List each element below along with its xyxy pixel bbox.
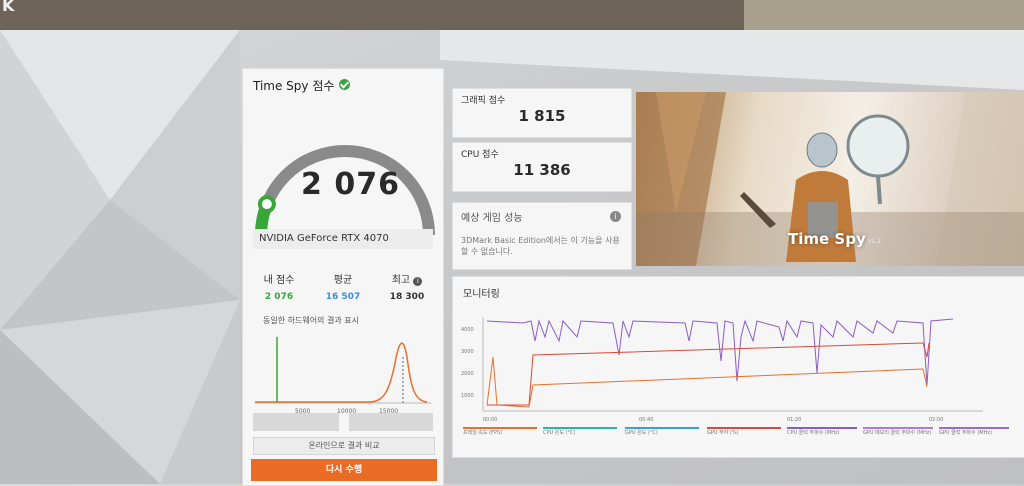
gpu-clock-line xyxy=(486,318,954,386)
stat-my-score: 내 점수 2 076 xyxy=(249,271,309,302)
gpu-load-line xyxy=(487,342,930,406)
monitoring-chart: 4000 3000 2000 1000 00:00 00:40 01:20 02… xyxy=(461,317,983,423)
histogram-title: 동일한 하드웨어의 결과 표시 xyxy=(263,316,359,325)
score-title: Time Spy 점수 xyxy=(253,79,335,93)
gpu-name: NVIDIA GeForce RTX 4070 xyxy=(253,229,433,249)
stat-label: 최고 i xyxy=(377,271,437,286)
gauge-knob xyxy=(257,195,276,214)
top-bar-right-area xyxy=(744,0,1024,30)
stat-value: 16 507 xyxy=(325,292,361,302)
x-tick: 00:40 xyxy=(639,417,653,423)
stat-label: 내 점수 xyxy=(263,275,295,286)
compare-online-button[interactable]: 온라인으로 결과 비교 xyxy=(253,437,435,455)
gray-button-right[interactable] xyxy=(349,413,433,431)
hero-magnifier-lens xyxy=(846,114,910,178)
score-histogram: 5000 10000 15000 xyxy=(255,337,431,415)
stat-value: 18 300 xyxy=(389,292,425,302)
window-top-bar: K xyxy=(0,0,1024,30)
info-icon[interactable]: i xyxy=(610,211,621,222)
app-corner-glyph: K xyxy=(2,0,15,15)
gray-button-left[interactable] xyxy=(253,413,339,431)
stat-best: 최고 i 18 300 xyxy=(377,271,437,302)
graphics-score-value: 1 815 xyxy=(518,107,566,125)
stat-average: 평균 16 507 xyxy=(313,271,373,302)
hero-version: v1.2 xyxy=(868,238,882,245)
info-icon[interactable]: i xyxy=(413,277,423,286)
cpu-score-value: 11 386 xyxy=(513,161,571,179)
graphics-score-label: 그래픽 점수 xyxy=(461,96,506,106)
cpu-score-label: CPU 점수 xyxy=(461,150,499,160)
legend-item[interactable]: GPU 부하 (%) xyxy=(707,427,781,436)
stat-value: 2 076 xyxy=(264,292,294,302)
fps-line xyxy=(486,356,928,408)
benchmark-hero-image: Time Spy v1.2 xyxy=(636,92,1024,266)
x-tick: 02:00 xyxy=(929,417,943,423)
hero-title: Time Spy xyxy=(788,230,866,248)
overall-score: 2 076 xyxy=(301,167,400,202)
cpu-score-box: CPU 점수 11 386 xyxy=(452,142,632,192)
performance-title: 예상 게임 성능 xyxy=(461,213,523,224)
monitoring-panel: 모니터링 4000 3000 2000 1000 00:00 00:40 01:… xyxy=(452,276,1024,458)
hero-character-head xyxy=(806,132,838,168)
y-tick: 3000 xyxy=(461,349,474,355)
stat-label: 평균 xyxy=(333,275,353,286)
legend-item[interactable]: GPU 메모리 클럭 주파수 (MHz) xyxy=(863,427,933,436)
graphics-score-box: 그래픽 점수 1 815 xyxy=(452,88,632,138)
check-icon xyxy=(339,79,350,90)
y-tick: 4000 xyxy=(461,327,474,333)
performance-text: 3DMark Basic Edition에서는 이 기능을 사용할 수 없습니다… xyxy=(461,236,620,256)
x-tick: 00:00 xyxy=(483,417,497,423)
y-tick: 2000 xyxy=(461,371,474,377)
legend-item[interactable]: CPU 클럭 주파수 (MHz) xyxy=(787,427,857,436)
legend-item[interactable]: GPU 클럭 주파수 (MHz) xyxy=(939,427,1009,436)
x-tick: 01:20 xyxy=(787,417,801,423)
score-panel: Time Spy 점수 2 076 NVIDIA GeForce RTX 407… xyxy=(242,68,444,486)
distribution-curve xyxy=(255,342,428,403)
legend-item[interactable]: GPU 온도 (°C) xyxy=(625,427,699,436)
y-tick: 1000 xyxy=(461,393,474,399)
estimated-performance-box: 예상 게임 성능 i 3DMark Basic Edition에서는 이 기능을… xyxy=(452,202,632,270)
legend-item[interactable]: 프레임 속도 (FPS) xyxy=(463,427,537,436)
rerun-button[interactable]: 다시 수행 xyxy=(251,459,437,481)
legend-item[interactable]: CPU 온도 (°C) xyxy=(543,427,617,436)
